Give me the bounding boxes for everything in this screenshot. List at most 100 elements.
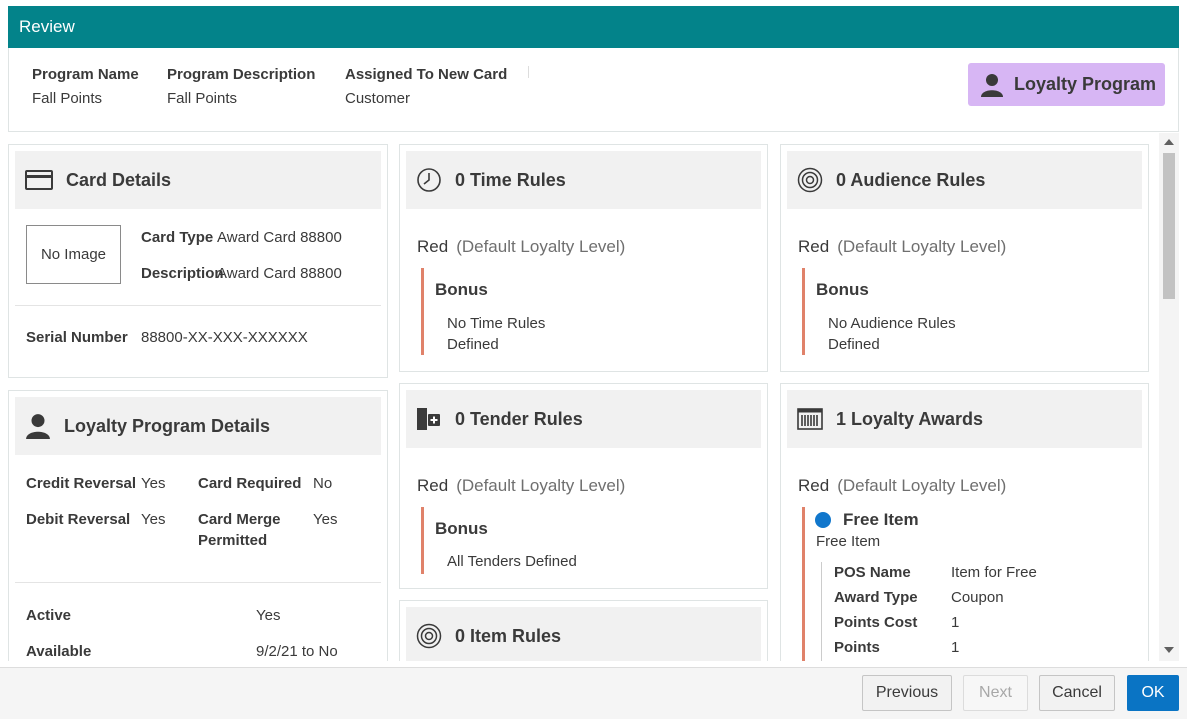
tender-rules-level: Red (Default Loyalty Level) [417,476,625,496]
ok-button[interactable]: OK [1127,675,1179,711]
rule-text: All Tenders Defined [447,553,577,570]
audience-rules-level: Red (Default Loyalty Level) [798,237,1006,257]
card-merge-label: Card Merge [198,511,281,528]
item-rules-title: 0 Item Rules [455,625,562,646]
program-name-value: Fall Points [32,90,103,107]
card-type-value: Award Card 88800 [217,229,342,246]
audience-rules-panel: 0 Audience Rules Red (Default Loyalty Lev… [780,144,1149,372]
item-rules-panel: 0 Item Rules [399,600,768,661]
assigned-field: Assigned To New Card Customer [345,66,507,107]
loyalty-program-details-header: Loyalty Program Details [15,397,381,455]
divider [15,582,381,583]
audience-rules-title: 0 Audience Rules [836,169,986,190]
pos-name-value: Item for Free [951,564,1037,581]
program-description-label: Program Description [167,66,316,83]
previous-button[interactable]: Previous [862,675,952,711]
card-details-title: Card Details [66,169,172,190]
dialog-title: Review [8,6,1179,48]
time-rules-level: Red (Default Loyalty Level) [417,237,625,257]
rule-accent-bar [421,507,424,574]
level-note: (Default Loyalty Level) [456,476,626,495]
program-summary: Program Name Fall Points Program Descrip… [8,48,1179,132]
serial-number-value: 88800-XX-XXX-XXXXXX [141,329,308,346]
card-details-panel: Card Details No Image Card Type Award Ca… [8,144,388,378]
program-description-value: Fall Points [167,90,238,107]
award-type-label: Award Type [834,589,918,606]
loyalty-awards-level: Red (Default Loyalty Level) [798,476,1006,496]
level-name: Red [417,237,449,256]
summary-divider [528,66,529,78]
award-title: Free Item [843,510,919,529]
award-detail-bar [821,562,822,661]
scroll-down-arrow-icon[interactable] [1164,647,1174,653]
rule-text-line2: Defined [828,336,880,353]
rule-title: Bonus [435,280,488,299]
level-note: (Default Loyalty Level) [456,237,626,256]
available-value: 9/2/21 to No [256,643,338,660]
review-content-scroll[interactable]: Card Details No Image Card Type Award Ca… [0,133,1187,661]
barcode-icon [797,408,823,430]
clock-icon [417,168,441,192]
pos-name-label: POS Name [834,564,911,581]
rule-text: No Audience Rules [828,315,956,332]
points-cost-value: 1 [951,614,960,631]
cancel-button[interactable]: Cancel [1039,675,1115,711]
active-label: Active [26,607,72,624]
program-name-label: Program Name [32,66,139,83]
program-name-field: Program Name Fall Points [32,66,139,107]
person-icon [26,414,50,439]
assigned-label: Assigned To New Card [345,66,508,83]
loyalty-program-badge: Loyalty Program [968,63,1165,106]
credit-reversal-value: Yes [141,475,166,492]
item-rules-header: 0 Item Rules [406,607,761,661]
loyalty-awards-header: 1 Loyalty Awards [787,390,1142,448]
debit-reversal-value: Yes [141,511,166,528]
card-details-header: Card Details [15,151,381,209]
card-required-label: Card Required [198,475,302,492]
rule-accent-bar [802,268,805,355]
loyalty-awards-title: 1 Loyalty Awards [836,408,984,429]
rule-title: Bonus [435,519,488,538]
time-rules-panel: 0 Time Rules Red (Default Loyalty Level) … [399,144,768,372]
card-type-label: Card Type [141,229,214,246]
target-icon [797,167,823,193]
tender-rules-title: 0 Tender Rules [455,408,583,429]
loyalty-program-details-title: Loyalty Program Details [64,415,271,436]
loyalty-awards-panel: 1 Loyalty Awards Red (Default Loyalty Lev… [780,383,1149,661]
serial-number-label: Serial Number [26,329,128,346]
points-value: 1 [951,639,960,656]
award-subtitle: Free Item [816,533,881,550]
vertical-scrollbar[interactable] [1159,133,1179,661]
rule-text-line2: Defined [447,336,499,353]
time-rules-title: 0 Time Rules [455,169,566,190]
review-dialog: Review Program Name Fall Points Program … [0,0,1187,719]
level-name: Red [798,237,830,256]
card-image-placeholder: No Image [26,225,121,284]
program-description-field: Program Description Fall Points [167,66,315,107]
debit-reversal-label: Debit Reversal [26,511,131,528]
level-name: Red [798,476,830,495]
rule-text: No Time Rules [447,315,546,332]
level-note: (Default Loyalty Level) [837,476,1007,495]
card-merge-value: Yes [313,511,338,528]
badge-label: Loyalty Program [1014,74,1157,94]
person-icon [981,73,1003,97]
tender-icon [417,408,440,430]
audience-rules-header: 0 Audience Rules [787,151,1142,209]
divider [15,305,381,306]
points-cost-label: Points Cost [834,614,918,631]
description-label: Description [141,265,224,282]
level-name: Red [417,476,449,495]
rule-accent-bar [421,268,424,355]
tender-rules-panel: 0 Tender Rules Red (Default Loyalty Level… [399,383,768,589]
credit-reversal-label: Credit Reversal [26,475,137,492]
tender-rules-header: 0 Tender Rules [406,390,761,448]
scroll-up-arrow-icon[interactable] [1164,139,1174,145]
rule-title: Bonus [816,280,869,299]
loyalty-program-details-panel: Loyalty Program Details Credit Reversal … [8,390,388,661]
scrollbar-thumb[interactable] [1163,153,1175,299]
next-button[interactable]: Next [963,675,1028,711]
award-type-value: Coupon [951,589,1004,606]
card-required-value: No [313,475,333,492]
points-label: Points [834,639,880,656]
